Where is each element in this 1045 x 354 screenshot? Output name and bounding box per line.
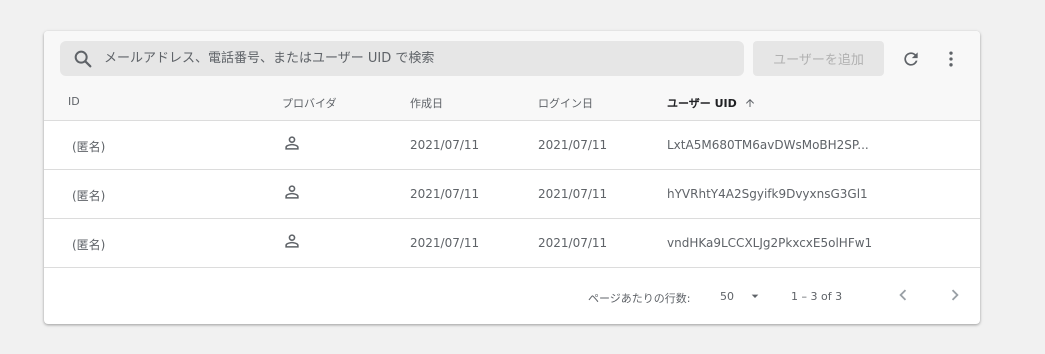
page-range: 1 – 3 of 3 bbox=[791, 290, 843, 303]
cell-login: 2021/07/11 bbox=[538, 138, 608, 152]
search-input[interactable] bbox=[104, 51, 744, 66]
refresh-button[interactable] bbox=[899, 47, 923, 71]
person-icon bbox=[282, 182, 302, 205]
refresh-icon bbox=[904, 52, 918, 66]
cell-uid: hYVRhtY4A2Sgyifk9DvyxnsG3Gl1 bbox=[667, 187, 868, 201]
person-icon bbox=[282, 231, 302, 254]
chevron-left-icon bbox=[899, 289, 907, 301]
cell-created: 2021/07/11 bbox=[410, 187, 480, 201]
users-table-card: ユーザーを追加 ID プロバイダ 作成日 ログイン日 ユーザー UID bbox=[44, 31, 980, 324]
dropdown-arrow-icon[interactable] bbox=[747, 288, 763, 307]
column-header-uid-label: ユーザー UID bbox=[667, 97, 737, 110]
table-row[interactable]: (匿名) 2021/07/11 2021/07/11 hYVRhtY4A2Sgy… bbox=[44, 170, 980, 219]
cell-created: 2021/07/11 bbox=[410, 236, 480, 250]
search-icon bbox=[74, 50, 92, 67]
column-header-id[interactable]: ID bbox=[68, 95, 80, 108]
table-toolbar: ユーザーを追加 ID プロバイダ 作成日 ログイン日 ユーザー UID bbox=[44, 31, 980, 121]
add-user-button[interactable]: ユーザーを追加 bbox=[753, 41, 884, 76]
column-header-provider[interactable]: プロバイダ bbox=[282, 95, 337, 111]
cell-uid: LxtA5M680TM6avDWsMoBH2SP... bbox=[667, 138, 869, 152]
cell-login: 2021/07/11 bbox=[538, 187, 608, 201]
table-row[interactable]: (匿名) 2021/07/11 2021/07/11 LxtA5M680TM6a… bbox=[44, 121, 980, 170]
column-header-created[interactable]: 作成日 bbox=[410, 95, 443, 111]
rows-per-page-select[interactable]: 50 bbox=[720, 290, 734, 303]
more-options-button[interactable] bbox=[939, 47, 963, 71]
cell-id: (匿名) bbox=[72, 189, 106, 203]
cell-id: (匿名) bbox=[72, 238, 106, 252]
person-icon bbox=[282, 133, 302, 156]
cell-uid: vndHKa9LCCXLJg2PkxcxE5olHFw1 bbox=[667, 236, 873, 250]
table-row[interactable]: (匿名) 2021/07/11 2021/07/11 vndHKa9LCCXLJ… bbox=[44, 219, 980, 268]
column-header-uid[interactable]: ユーザー UID bbox=[667, 95, 756, 111]
cell-id: (匿名) bbox=[72, 140, 106, 154]
sort-arrow-up-icon bbox=[745, 99, 754, 107]
chevron-right-icon bbox=[951, 289, 959, 301]
column-header-login[interactable]: ログイン日 bbox=[538, 95, 593, 111]
previous-page-button[interactable] bbox=[892, 284, 914, 309]
cell-created: 2021/07/11 bbox=[410, 138, 480, 152]
cell-login: 2021/07/11 bbox=[538, 236, 608, 250]
next-page-button[interactable] bbox=[944, 284, 966, 309]
pagination: ページあたりの行数: 50 1 – 3 of 3 bbox=[44, 268, 980, 324]
more-vert-icon bbox=[949, 51, 953, 67]
rows-per-page-label: ページあたりの行数: bbox=[588, 292, 691, 305]
search-bar[interactable] bbox=[60, 41, 744, 76]
